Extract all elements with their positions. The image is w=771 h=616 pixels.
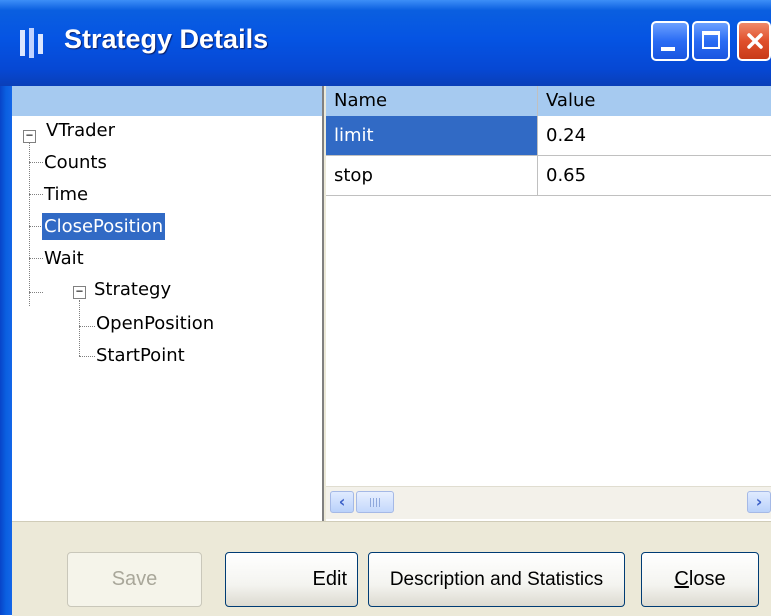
tree-header <box>12 86 322 116</box>
tree-node-time[interactable]: Time <box>42 181 90 208</box>
cell-name[interactable]: limit <box>326 116 538 155</box>
minimize-button[interactable] <box>651 21 689 61</box>
tree-node-strategy[interactable]: Strategy <box>92 276 173 303</box>
column-header-name[interactable]: Name <box>326 86 538 116</box>
cell-value[interactable]: 0.24 <box>538 116 771 155</box>
button-bar: Save Edit Description and Statistics Clo… <box>12 521 771 616</box>
scroll-thumb[interactable] <box>356 491 394 513</box>
column-header-value[interactable]: Value <box>538 86 771 116</box>
title-bar[interactable]: Strategy Details <box>0 0 771 86</box>
tree-line <box>29 162 43 163</box>
app-icon <box>20 28 43 58</box>
tree-line <box>29 194 43 195</box>
close-label: lose <box>688 568 726 590</box>
strategy-details-window: Strategy Details − VTrader Counts Time C… <box>0 0 771 616</box>
scroll-left-icon[interactable]: ‹ <box>330 491 354 513</box>
tree-line <box>29 226 43 227</box>
close-mnemonic: C <box>674 568 689 590</box>
tree-node-closeposition[interactable]: ClosePosition <box>42 213 166 240</box>
window-frame-left <box>0 86 12 615</box>
description-and-statistics-button[interactable]: Description and Statistics <box>368 552 625 607</box>
horizontal-scrollbar[interactable]: ‹ › <box>326 486 771 519</box>
tree-line <box>29 138 30 306</box>
collapse-icon[interactable]: − <box>23 129 36 143</box>
table-row[interactable]: limit 0.24 <box>326 116 771 156</box>
tree-line <box>29 258 43 259</box>
tree-pane: − VTrader Counts Time ClosePosition Wait… <box>12 86 324 521</box>
property-grid: Name Value limit 0.24 stop 0.65 ‹ › <box>326 86 771 521</box>
scroll-right-icon[interactable]: › <box>747 491 771 513</box>
maximize-button[interactable] <box>692 21 730 61</box>
tree-line <box>79 356 95 357</box>
tree-line <box>79 326 95 327</box>
tree-line <box>79 300 80 356</box>
window-title: Strategy Details <box>64 24 269 54</box>
minimize-icon <box>661 47 675 51</box>
grid-header: Name Value <box>326 86 771 116</box>
close-button[interactable]: Close <box>641 552 759 607</box>
save-button[interactable]: Save <box>67 552 202 607</box>
cell-name[interactable]: stop <box>326 156 538 195</box>
tree-line <box>29 292 43 293</box>
close-window-button[interactable] <box>737 21 771 61</box>
close-icon <box>747 33 763 49</box>
cell-value[interactable]: 0.65 <box>538 156 771 195</box>
edit-button[interactable]: Edit <box>225 552 358 607</box>
tree-node-vtrader[interactable]: VTrader <box>44 117 117 144</box>
table-row[interactable]: stop 0.65 <box>326 156 771 196</box>
tree-node-startpoint[interactable]: StartPoint <box>94 342 187 369</box>
tree-node-openposition[interactable]: OpenPosition <box>94 310 216 337</box>
maximize-icon <box>702 31 720 49</box>
tree-node-wait[interactable]: Wait <box>42 245 86 272</box>
collapse-icon[interactable]: − <box>73 285 86 299</box>
tree-node-counts[interactable]: Counts <box>42 149 109 176</box>
